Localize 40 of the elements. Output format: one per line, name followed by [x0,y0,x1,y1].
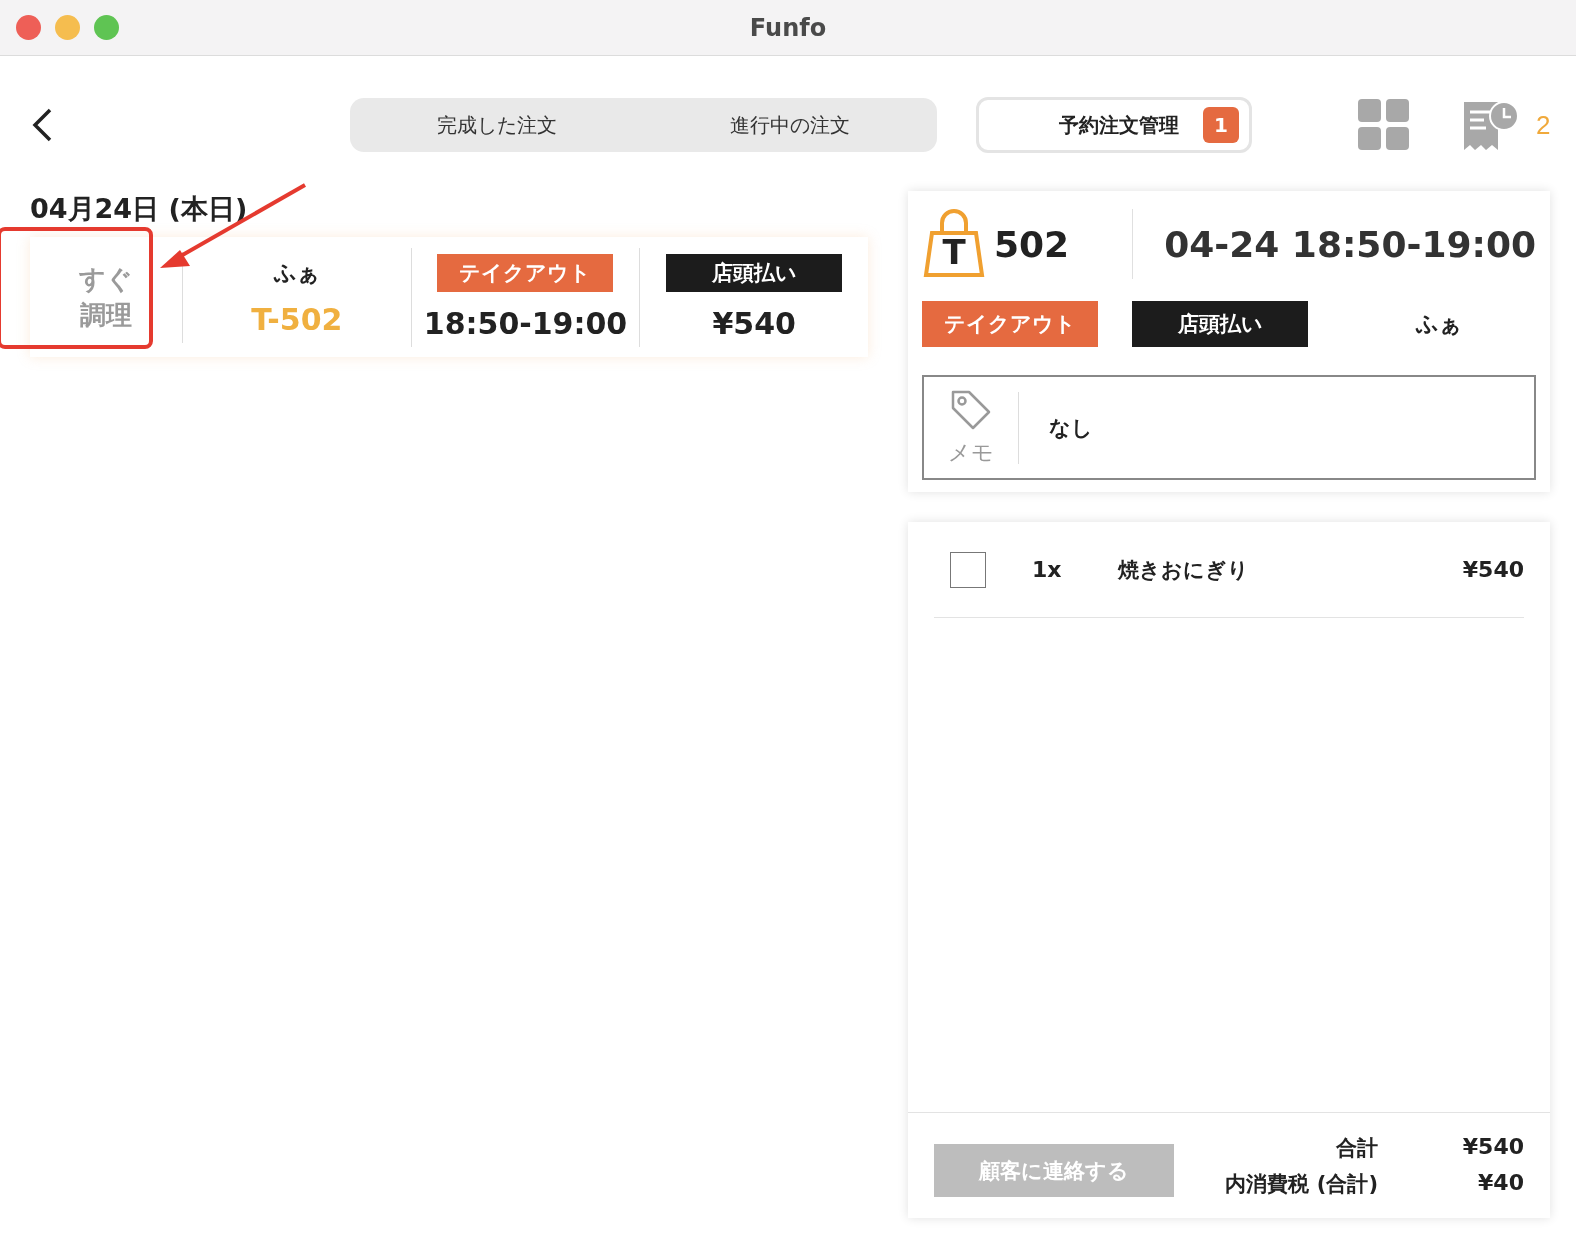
order-datetime: 04-24 18:50-19:00 [1163,223,1536,265]
payment-tag: 店頭払い [1132,301,1308,347]
reservation-label: 予約注文管理 [1059,111,1179,139]
total-value: ¥540 [1461,1133,1524,1161]
memo-label: メモ [948,438,994,467]
order-tab[interactable]: 進行中の注文 [643,98,937,152]
window-title: Funfo [749,13,827,42]
pickup-time: 18:50-19:00 [423,305,628,341]
order-type-tag: テイクアウト [437,253,614,292]
order-card[interactable]: すぐ調理 ふぁ T-502 テイクアウト 18:50-19:00 店頭払い ¥540 [30,237,868,357]
shopping-bag-icon [922,209,986,279]
minimize-button[interactable] [55,15,80,40]
pending-count: 2 [1536,109,1551,141]
date-heading: 04月24日 (本日) [30,192,249,226]
order-number: 502 [994,223,1071,265]
total-value: ¥40 [1477,1169,1524,1197]
zoom-button[interactable] [94,15,119,40]
chevron-left-icon [30,107,54,143]
order-status: すぐ調理 [78,262,134,332]
order-tab[interactable]: 完成した注文 [350,98,644,152]
item-quantity: 1x [1032,557,1063,582]
customer-name: ふぁ [273,258,320,287]
count-badge: 1 [1203,107,1239,143]
receipt-clock-icon [1464,100,1520,150]
total-label: 内消費税 (合計) [1224,1170,1378,1198]
item-name: 焼きおにぎり [1118,556,1250,584]
memo-text: なし [1018,391,1093,464]
customer-name: ふぁ [1414,310,1463,338]
item-price: ¥540 [1462,557,1524,582]
bag-letter: T [942,235,966,269]
order-type-tag: テイクアウト [922,301,1098,347]
grid-button[interactable] [1358,99,1410,151]
order-code: T-502 [251,301,343,337]
item-checkbox[interactable] [950,551,986,588]
total-label: 合計 [1335,1134,1378,1162]
reservation-button[interactable]: 予約注文管理 1 [976,97,1252,153]
grid-icon [1358,99,1410,151]
order-total: ¥540 [712,305,796,341]
payment-tag: 店頭払い [666,253,843,292]
close-button[interactable] [16,15,41,40]
